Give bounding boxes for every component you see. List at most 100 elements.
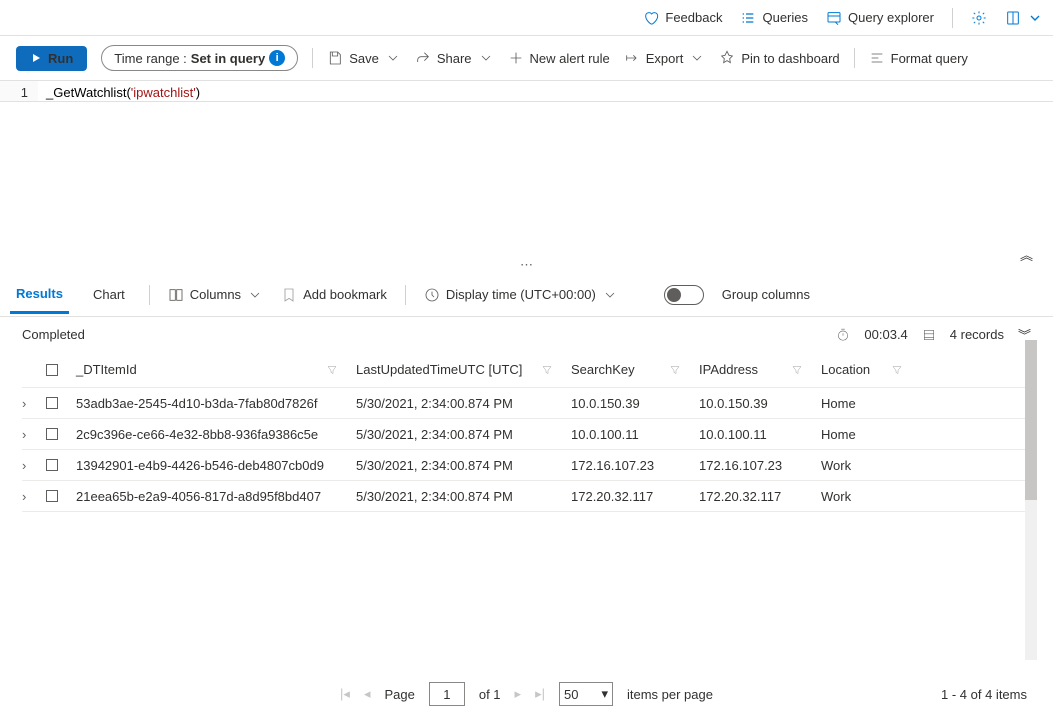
time-range-pill[interactable]: Time range : Set in query i [101, 45, 298, 71]
cell-time: 5/30/2021, 2:34:00.874 PM [356, 427, 571, 442]
chevron-down-icon [1027, 10, 1043, 26]
bookmark-icon [281, 287, 297, 303]
panels-button[interactable] [1005, 10, 1043, 26]
cell-ip: 10.0.100.11 [699, 427, 821, 442]
format-icon [869, 50, 885, 66]
info-icon: i [269, 50, 285, 66]
col-ipaddress[interactable]: IPAddress [699, 362, 758, 377]
col-dtitemid[interactable]: _DTItemId [76, 362, 137, 377]
row-checkbox[interactable] [46, 459, 58, 471]
collapse-up-icon[interactable]: ︽ [1020, 245, 1033, 264]
time-range-value: Set in query [191, 51, 265, 66]
table-row[interactable]: › 2c9c396e-ce66-4e32-8bb8-936fa9386c5e5/3… [22, 419, 1031, 450]
feedback-link[interactable]: Feedback [643, 10, 722, 26]
cell-ip: 10.0.150.39 [699, 396, 821, 411]
gear-icon [971, 10, 987, 26]
cell-location: Home [821, 427, 921, 442]
book-icon [1005, 10, 1021, 26]
save-icon [327, 50, 343, 66]
export-button[interactable]: Export [624, 50, 706, 66]
save-button[interactable]: Save [327, 50, 401, 66]
filter-icon[interactable] [541, 364, 553, 376]
settings-button[interactable] [971, 10, 987, 26]
row-checkbox[interactable] [46, 397, 58, 409]
last-page-button[interactable]: ▸| [535, 686, 545, 702]
col-lastupdated[interactable]: LastUpdatedTimeUTC [UTC] [356, 362, 522, 377]
format-button[interactable]: Format query [869, 50, 968, 66]
filter-icon[interactable] [326, 364, 338, 376]
scrollbar[interactable] [1025, 340, 1037, 660]
columns-button[interactable]: Columns [168, 287, 263, 303]
query-editor[interactable]: 1 _GetWatchlist('ipwatchlist') [0, 80, 1053, 102]
run-label: Run [48, 51, 73, 66]
cell-location: Work [821, 458, 921, 473]
records-text: 4 records [950, 327, 1004, 342]
run-button[interactable]: Run [16, 46, 87, 71]
duration-text: 00:03.4 [864, 327, 907, 342]
code-line: _GetWatchlist('ipwatchlist') [38, 81, 1053, 101]
cell-searchkey: 10.0.150.39 [571, 396, 699, 411]
records-icon [922, 328, 936, 342]
splitter[interactable]: ⋯ ︽ [0, 257, 1053, 273]
table-row[interactable]: › 13942901-e4b9-4426-b546-deb4807cb0d95/3… [22, 450, 1031, 481]
divider [952, 8, 953, 28]
filter-icon[interactable] [891, 364, 903, 376]
expand-row-icon[interactable]: › [22, 427, 46, 442]
queries-label: Queries [762, 10, 808, 25]
cell-dtitemid: 2c9c396e-ce66-4e32-8bb8-936fa9386c5e [76, 427, 356, 442]
cell-ip: 172.20.32.117 [699, 489, 821, 504]
col-searchkey[interactable]: SearchKey [571, 362, 635, 377]
cell-searchkey: 172.16.107.23 [571, 458, 699, 473]
stopwatch-icon [836, 328, 850, 342]
next-page-button[interactable]: ▸ [515, 686, 522, 702]
new-alert-label: New alert rule [530, 51, 610, 66]
row-checkbox[interactable] [46, 428, 58, 440]
page-size-select[interactable]: 50▾ [559, 682, 613, 706]
page-of: of 1 [479, 687, 501, 702]
plus-icon [508, 50, 524, 66]
row-checkbox[interactable] [46, 490, 58, 502]
line-gutter: 1 [0, 81, 38, 101]
expand-row-icon[interactable]: › [22, 396, 46, 411]
divider [149, 285, 150, 305]
group-columns-toggle[interactable] [664, 285, 704, 305]
cell-dtitemid: 13942901-e4b9-4426-b546-deb4807cb0d9 [76, 458, 356, 473]
table-row[interactable]: ›53adb3ae-2545-4d10-b3da-7fab80d7826f5/3… [22, 388, 1031, 419]
cell-dtitemid: 21eea65b-e2a9-4056-817d-a8d95f8bd407 [76, 489, 356, 504]
export-icon [624, 50, 640, 66]
page-input[interactable] [429, 682, 465, 706]
group-columns-label: Group columns [722, 287, 810, 302]
pin-button[interactable]: Pin to dashboard [719, 50, 839, 66]
tab-chart[interactable]: Chart [87, 277, 131, 312]
pager-summary: 1 - 4 of 4 items [941, 687, 1027, 702]
first-page-button[interactable]: |◂ [340, 686, 350, 702]
expand-row-icon[interactable]: › [22, 489, 46, 504]
time-range-label: Time range : [114, 51, 187, 66]
divider [405, 285, 406, 305]
play-icon [30, 52, 42, 64]
cell-dtitemid: 53adb3ae-2545-4d10-b3da-7fab80d7826f [76, 396, 356, 411]
filter-icon[interactable] [791, 364, 803, 376]
table-row[interactable]: ›21eea65b-e2a9-4056-817d-a8d95f8bd4075/3… [22, 481, 1031, 512]
display-time-button[interactable]: Display time (UTC+00:00) [424, 287, 618, 303]
new-alert-button[interactable]: New alert rule [508, 50, 610, 66]
page-label: Page [384, 687, 414, 702]
cell-searchkey: 10.0.100.11 [571, 427, 699, 442]
expand-row-icon[interactable]: › [22, 458, 46, 473]
chevron-down-icon [385, 50, 401, 66]
table-header: _DTItemId LastUpdatedTimeUTC [UTC] Searc… [22, 352, 1031, 388]
share-button[interactable]: Share [415, 50, 494, 66]
per-page-label: items per page [627, 687, 713, 702]
query-explorer-link[interactable]: Query explorer [826, 10, 934, 26]
prev-page-button[interactable]: ◂ [364, 686, 371, 702]
pin-label: Pin to dashboard [741, 51, 839, 66]
save-label: Save [349, 51, 379, 66]
cell-time: 5/30/2021, 2:34:00.874 PM [356, 458, 571, 473]
queries-link[interactable]: Queries [740, 10, 808, 26]
filter-icon[interactable] [669, 364, 681, 376]
col-location[interactable]: Location [821, 362, 870, 377]
chevron-down-icon [602, 287, 618, 303]
select-all-checkbox[interactable] [46, 364, 58, 376]
cell-ip: 172.16.107.23 [699, 458, 821, 473]
tab-results[interactable]: Results [10, 276, 69, 314]
